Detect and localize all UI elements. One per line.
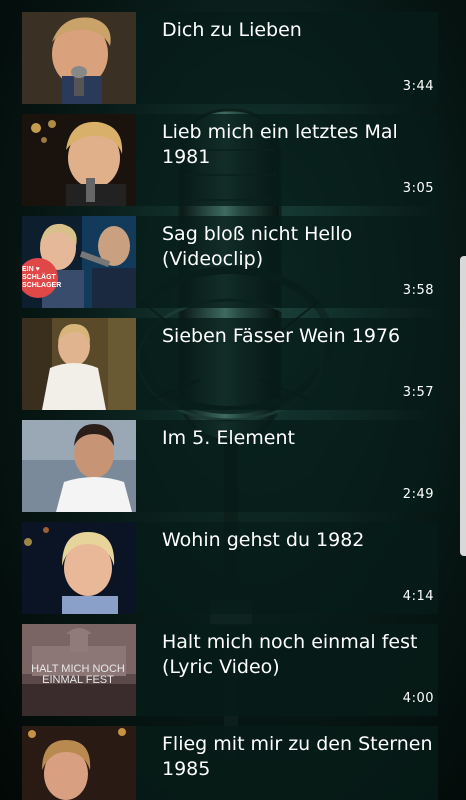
singer-stage-lights-thumbnail	[22, 726, 136, 800]
duet-thumbnail: EIN ♥ SCHLÄGT SCHLAGER	[22, 216, 136, 308]
video-list-item[interactable]: Lieb mich ein letztes Mal 1981 3:05	[22, 114, 438, 206]
video-list-item[interactable]: Flieg mit mir zu den Sternen 1985	[22, 726, 438, 800]
video-list-screen: Dich zu Lieben 3:44 Lieb mich ein letzte…	[0, 0, 466, 800]
video-duration: 4:00	[402, 691, 434, 706]
video-list-item[interactable]: Sieben Fässer Wein 1976 3:57	[22, 318, 438, 410]
video-duration: 3:58	[402, 283, 434, 298]
thumbnail-badge-text: EIN ♥ SCHLÄGT SCHLAGER	[22, 266, 62, 289]
singer-closeup-thumbnail	[22, 12, 136, 104]
video-title: Lieb mich ein letztes Mal 1981	[162, 121, 398, 168]
video-title: Dich zu Lieben	[162, 19, 302, 41]
video-title: Wohin gehst du 1982	[162, 529, 365, 551]
video-duration: 2:49	[402, 487, 434, 502]
scrollbar-handle[interactable]	[460, 256, 466, 556]
video-list-item[interactable]: Dich zu Lieben 3:44	[22, 12, 438, 104]
singer-white-shirt-thumbnail	[22, 318, 136, 410]
video-title: Sag bloß nicht Hello (Videoclip)	[162, 223, 353, 270]
singer-blond-thumbnail	[22, 522, 136, 614]
video-list-item[interactable]: Im 5. Element 2:49	[22, 420, 438, 512]
video-list-item[interactable]: EIN ♥ SCHLÄGT SCHLAGER Sag bloß nicht He…	[22, 216, 438, 308]
video-duration: 3:44	[402, 79, 434, 94]
video-title: Sieben Fässer Wein 1976	[162, 325, 401, 347]
lyric-video-thumbnail: HALT MICH NOCH EINMAL FEST	[22, 624, 136, 716]
thumbnail-overlay-text: HALT MICH NOCH EINMAL FEST	[31, 663, 125, 686]
video-title: Im 5. Element	[162, 427, 295, 449]
singer-stage-thumbnail	[22, 114, 136, 206]
video-title: Flieg mit mir zu den Sternen 1985	[162, 733, 433, 780]
video-list-item[interactable]: HALT MICH NOCH EINMAL FEST Halt mich noc…	[22, 624, 438, 716]
video-list-item[interactable]: Wohin gehst du 1982 4:14	[22, 522, 438, 614]
video-duration: 3:57	[402, 385, 434, 400]
video-duration: 4:14	[402, 589, 434, 604]
video-title: Halt mich noch einmal fest (Lyric Video)	[162, 631, 418, 678]
video-duration: 3:05	[402, 181, 434, 196]
singer-portrait-thumbnail	[22, 420, 136, 512]
